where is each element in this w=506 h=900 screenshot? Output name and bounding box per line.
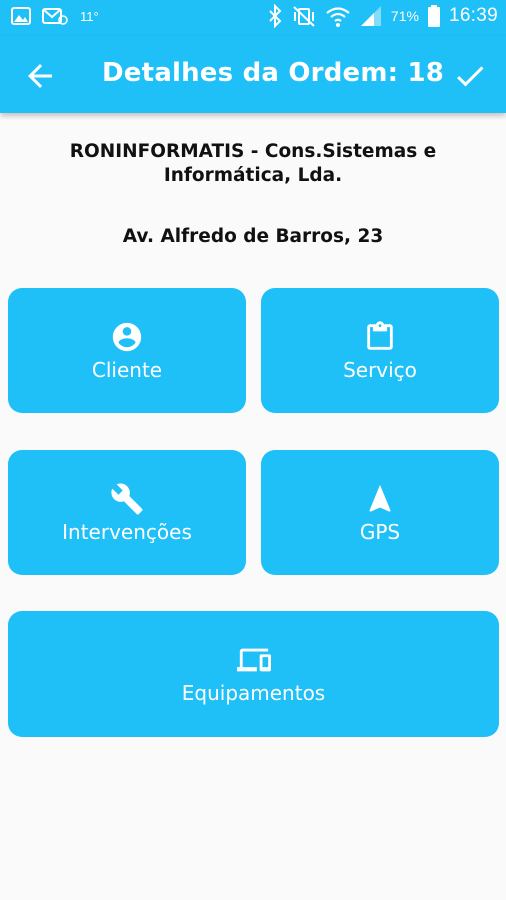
status-bar-left: 11°	[10, 6, 99, 26]
status-bar: 11° 71% 16:39	[0, 0, 506, 36]
company-address: Av. Alfredo de Barros, 23	[122, 226, 384, 247]
intervencoes-button[interactable]: Intervenções	[8, 450, 246, 575]
vibrate-mute-icon	[293, 6, 315, 27]
intervencoes-label: Intervenções	[62, 519, 192, 544]
battery-percent-text: 71%	[390, 8, 419, 24]
bluetooth-icon	[269, 4, 282, 28]
equipamentos-label: Equipamentos	[181, 681, 326, 705]
battery-icon	[427, 5, 440, 27]
devices-icon	[236, 648, 271, 672]
clipboard-icon	[367, 320, 393, 350]
temperature-text: 11°	[80, 8, 99, 24]
cliente-label: Cliente	[91, 357, 163, 382]
status-bar-right: 71% 16:39	[267, 4, 498, 28]
equipamentos-button[interactable]: Equipamentos	[8, 611, 499, 737]
navigation-arrow-icon	[369, 484, 391, 512]
image-notification-icon	[11, 7, 31, 25]
gps-button[interactable]: GPS	[261, 450, 499, 575]
wrench-icon	[111, 483, 143, 515]
page-title: Detalhes da Ordem: 18	[102, 58, 445, 88]
back-arrow-icon[interactable]	[22, 58, 58, 94]
confirm-check-icon[interactable]	[452, 58, 488, 94]
signal-icon	[360, 6, 381, 26]
wifi-icon	[326, 7, 350, 27]
app-bar: Detalhes da Ordem: 18	[0, 36, 506, 113]
company-name: RONINFORMATIS - Cons.Sistemas e Informát…	[69, 141, 437, 186]
mail-notification-icon	[42, 8, 68, 25]
servico-label: Serviço	[343, 357, 417, 382]
servico-button[interactable]: Serviço	[261, 288, 499, 413]
clock-text: 16:39	[448, 5, 498, 26]
account-circle-icon	[112, 322, 142, 351]
gps-label: GPS	[359, 519, 401, 544]
cliente-button[interactable]: Cliente	[8, 288, 246, 413]
